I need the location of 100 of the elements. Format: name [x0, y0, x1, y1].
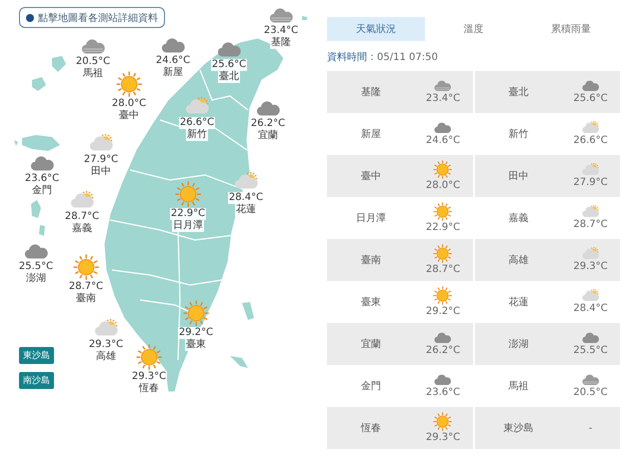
sun-icon	[433, 160, 453, 180]
station-name: 馬祖	[508, 380, 530, 393]
island-drawing[interactable]	[242, 302, 254, 320]
station-name: 臺東	[360, 296, 382, 309]
station-name: 花蓮	[508, 296, 530, 309]
station-name: 基隆	[360, 86, 382, 99]
sun-icon	[182, 300, 210, 326]
station-name: 東沙島	[502, 422, 534, 435]
station-name: 臺中	[360, 170, 382, 183]
cloud-icon	[216, 40, 242, 58]
temperature: 20.5°C	[573, 386, 608, 399]
station-name: 臺南	[360, 254, 382, 267]
temperature: 28.7°C	[426, 263, 460, 276]
station-name: 田中	[90, 166, 112, 178]
island-drawing[interactable]	[14, 135, 60, 151]
clouds-icon	[580, 373, 600, 386]
temperature: 26.6°C	[573, 134, 608, 148]
temperature: 29.3°C	[573, 260, 608, 274]
station-name: 新屋	[360, 128, 382, 141]
island-drawing[interactable]	[31, 200, 45, 236]
clouds-icon	[433, 79, 453, 92]
sun-icon	[433, 244, 453, 264]
sun-icon	[72, 254, 100, 280]
island-drawing[interactable]	[302, 16, 307, 20]
station-name: 日月潭	[355, 212, 387, 225]
temperature-label: 29.3°C	[130, 371, 168, 384]
sun-cloud-icon	[232, 172, 260, 191]
clouds-icon	[268, 6, 294, 24]
station-name: 宜蘭	[257, 130, 279, 142]
temperature: 27.9°C	[573, 176, 608, 190]
station-name: 日月潭	[172, 220, 204, 232]
cloud-icon	[22, 242, 50, 260]
sun-cloud-icon	[88, 134, 114, 153]
station-name: 高雄	[508, 254, 530, 267]
station-name: 基隆	[270, 36, 292, 49]
station-name: 臺東	[185, 339, 207, 352]
temperature: 25.5°C	[573, 344, 608, 357]
station-name: 臺北	[508, 86, 530, 99]
tab[interactable]: 天氣狀況	[327, 17, 425, 41]
cloud-icon	[433, 331, 453, 344]
temperature-label: 28.4°C	[228, 192, 264, 204]
cloud-icon	[160, 36, 186, 54]
time-label: 資料時間：	[327, 50, 377, 64]
station-name: 臺南	[75, 293, 97, 306]
island-button[interactable]: 東沙島	[19, 347, 54, 364]
station-name: 臺中	[118, 110, 140, 122]
temperature: 28.7°C	[573, 218, 608, 232]
island-button[interactable]: 南沙島	[19, 372, 54, 389]
temperature: 29.3°C	[426, 431, 460, 444]
station-name: 嘉義	[508, 212, 530, 225]
tab[interactable]: 累積雨量	[522, 17, 620, 41]
sun-cloud-icon	[68, 191, 96, 210]
station-name: 宜蘭	[360, 338, 382, 351]
island-drawing[interactable]	[230, 356, 248, 368]
sun-icon	[433, 412, 453, 432]
station-name: 嘉義	[71, 222, 93, 235]
station-name: 高雄	[95, 350, 117, 363]
sun-cloud-icon	[580, 246, 600, 260]
station-name: 馬祖	[82, 68, 104, 80]
cloud-icon	[580, 79, 600, 92]
sun-icon	[174, 181, 202, 208]
station-name: 恆春	[138, 383, 160, 396]
temperature: 23.6°C	[426, 386, 460, 399]
tab[interactable]: 溫度	[424, 17, 522, 41]
info-icon	[26, 14, 34, 22]
temperature: 23.4°C	[426, 92, 460, 105]
temperature: 22.9°C	[426, 221, 460, 234]
station-name: 金門	[31, 184, 53, 197]
temperature: 26.2°C	[426, 344, 460, 357]
temperature: 28.4°C	[573, 302, 608, 316]
cloud-icon	[580, 331, 600, 344]
station-name: 澎湖	[25, 272, 47, 285]
station-name: 田中	[508, 170, 530, 183]
station-name: 新屋	[162, 66, 184, 79]
sun-cloud-icon	[184, 97, 210, 116]
temperature: 29.2°C	[426, 305, 460, 318]
station-name: 澎湖	[508, 338, 530, 351]
time-value: 05/11 07:50	[377, 52, 438, 62]
temperature: 28.0°C	[426, 179, 460, 192]
sun-cloud-icon	[580, 120, 600, 134]
clouds-icon	[80, 37, 106, 55]
temperature: 25.6°C	[573, 92, 608, 105]
station-name: 花蓮	[235, 204, 257, 216]
sun-cloud-icon	[92, 319, 120, 338]
cloud-icon	[433, 373, 453, 386]
cloud-icon	[254, 99, 282, 117]
temperature-label: 29.2°C	[178, 327, 214, 340]
sun-icon	[136, 344, 162, 370]
station-name: 臺北	[218, 70, 240, 83]
sun-cloud-icon	[580, 204, 600, 218]
temperature: -	[588, 422, 592, 434]
sun-icon	[116, 71, 142, 98]
temperature: 24.6°C	[426, 134, 460, 147]
station-name: 新竹	[508, 128, 530, 141]
sun-icon	[433, 286, 453, 306]
sun-icon	[433, 202, 453, 222]
temperature-label: 22.9°C	[170, 208, 206, 220]
cloud-icon	[433, 121, 453, 134]
station-name: 金門	[360, 380, 382, 393]
island-drawing[interactable]	[32, 56, 66, 91]
